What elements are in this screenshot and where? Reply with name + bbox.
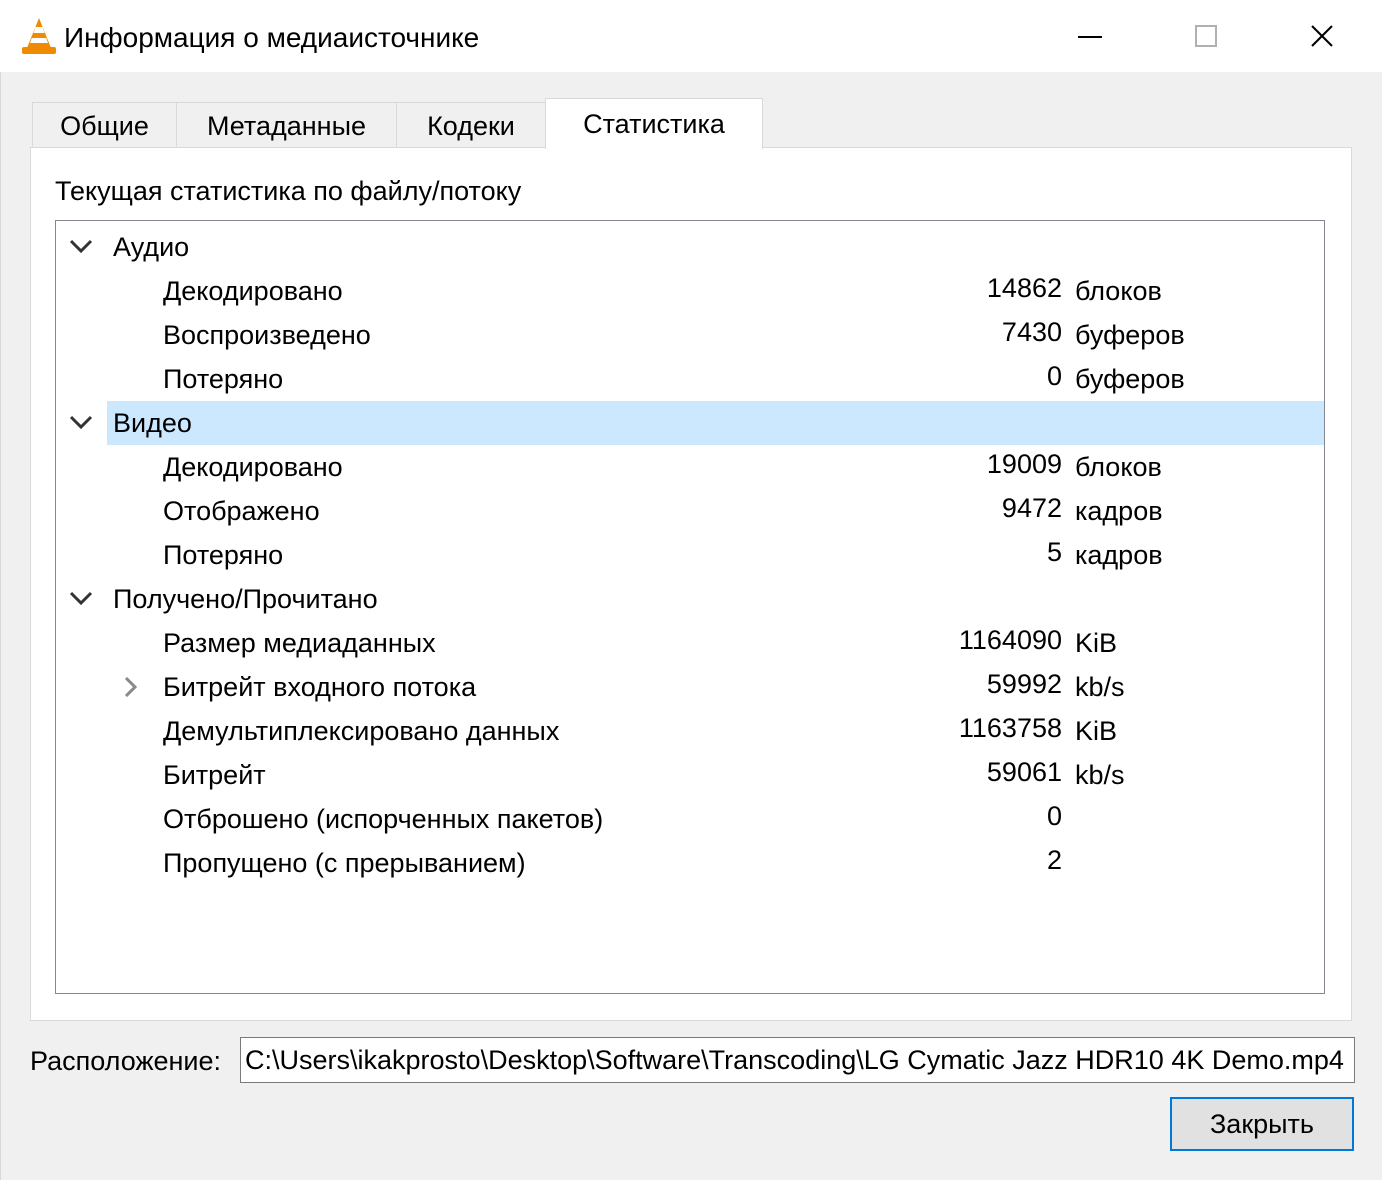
title-bar: Информация о медиаисточнике — [0, 0, 1382, 72]
minimize-icon — [1078, 36, 1102, 38]
stat-label: Потеряно — [163, 540, 284, 570]
tree-item-row[interactable]: Демультиплексировано данных 1163758 KiB — [56, 709, 1324, 753]
stat-unit: KiB — [1075, 716, 1118, 746]
stat-value: 0 — [1046, 361, 1062, 391]
location-field[interactable]: C:\Users\ikakprosto\Desktop\Software\Tra… — [240, 1037, 1355, 1083]
tree-group-row[interactable]: Получено/Прочитано — [56, 577, 1324, 621]
stat-value: 14862 — [986, 273, 1062, 303]
stat-label: Декодировано — [163, 276, 343, 306]
minimize-button[interactable] — [1032, 0, 1148, 72]
close-button[interactable]: Закрыть — [1170, 1097, 1354, 1151]
tree-item-row[interactable]: Размер медиаданных 1164090 KiB — [56, 621, 1324, 665]
window-border — [0, 72, 1, 1180]
stat-unit: кадров — [1075, 540, 1163, 570]
stat-label: Битрейт — [163, 760, 266, 790]
tree-group-label: Получено/Прочитано — [113, 584, 378, 614]
stat-label: Декодировано — [163, 452, 343, 482]
selection-highlight — [107, 401, 1324, 445]
tab-general[interactable]: Общие — [32, 102, 177, 148]
stat-label: Отброшено (испорченных пакетов) — [163, 804, 604, 834]
tree-group-row[interactable]: Видео — [56, 401, 1324, 445]
chevron-down-icon[interactable] — [68, 237, 94, 257]
tree-group-label: Видео — [113, 408, 192, 438]
stat-unit: KiB — [1075, 628, 1118, 658]
stat-unit: блоков — [1075, 452, 1162, 482]
stat-value: 2 — [1046, 845, 1062, 875]
chevron-right-icon[interactable] — [118, 677, 144, 697]
stat-label: Воспроизведено — [163, 320, 371, 350]
stat-label: Потеряно — [163, 364, 284, 394]
stat-unit: kb/s — [1075, 672, 1125, 702]
stat-value: 59992 — [986, 669, 1062, 699]
tab-codecs[interactable]: Кодеки — [396, 102, 546, 148]
tab-metadata[interactable]: Метаданные — [176, 102, 397, 148]
stat-value: 59061 — [986, 757, 1062, 787]
stat-unit: kb/s — [1075, 760, 1125, 790]
stat-value: 0 — [1046, 801, 1062, 831]
stat-unit: буферов — [1075, 320, 1185, 350]
stat-value: 7430 — [1001, 317, 1062, 347]
tree-item-row[interactable]: Потеряно 5 кадров — [56, 533, 1324, 577]
stat-value: 1164090 — [958, 625, 1062, 655]
tree-item-row[interactable]: Пропущено (с прерыванием) 2 — [56, 841, 1324, 885]
stat-label: Демультиплексировано данных — [163, 716, 560, 746]
stat-label: Пропущено (с прерыванием) — [163, 848, 526, 878]
maximize-button[interactable] — [1148, 0, 1264, 72]
tree-item-row[interactable]: Декодировано 19009 блоков — [56, 445, 1324, 489]
stat-value: 19009 — [986, 449, 1062, 479]
stats-heading: Текущая статистика по файлу/потоку — [55, 176, 522, 206]
stat-unit: буферов — [1075, 364, 1185, 394]
tree-item-row[interactable]: Потеряно 0 буферов — [56, 357, 1324, 401]
vlc-cone-icon — [22, 18, 56, 54]
close-window-button[interactable] — [1264, 0, 1380, 72]
tree-item-row[interactable]: Отброшено (испорченных пакетов) 0 — [56, 797, 1324, 841]
tree-item-row[interactable]: Отображено 9472 кадров — [56, 489, 1324, 533]
stat-label: Отображено — [163, 496, 320, 526]
tab-statistics[interactable]: Статистика — [545, 98, 763, 149]
statistics-panel: Текущая статистика по файлу/потоку Аудио… — [30, 147, 1352, 1021]
stat-value: 5 — [1046, 537, 1062, 567]
location-label: Расположение: — [30, 1046, 222, 1076]
tree-item-row[interactable]: Декодировано 14862 блоков — [56, 269, 1324, 313]
stat-unit: кадров — [1075, 496, 1163, 526]
chevron-down-icon[interactable] — [68, 413, 94, 433]
window-title: Информация о медиаисточнике — [64, 22, 480, 53]
location-value: C:\Users\ikakprosto\Desktop\Software\Tra… — [245, 1045, 1344, 1075]
tree-group-row[interactable]: Аудио — [56, 225, 1324, 269]
stat-label: Размер медиаданных — [163, 628, 436, 658]
stat-label: Битрейт входного потока — [163, 672, 477, 702]
stat-unit: блоков — [1075, 276, 1162, 306]
chevron-down-icon[interactable] — [68, 589, 94, 609]
maximize-icon — [1195, 25, 1217, 47]
close-icon — [1311, 25, 1333, 47]
tree-group-label: Аудио — [113, 232, 190, 262]
tree-item-row[interactable]: Битрейт 59061 kb/s — [56, 753, 1324, 797]
stat-value: 9472 — [1001, 493, 1062, 523]
tree-item-row[interactable]: Битрейт входного потока 59992 kb/s — [56, 665, 1324, 709]
stat-value: 1163758 — [958, 713, 1062, 743]
stats-tree[interactable]: Аудио Декодировано 14862 блоков Воспроизведе… — [55, 220, 1325, 994]
tree-item-row[interactable]: Воспроизведено 7430 буферов — [56, 313, 1324, 357]
